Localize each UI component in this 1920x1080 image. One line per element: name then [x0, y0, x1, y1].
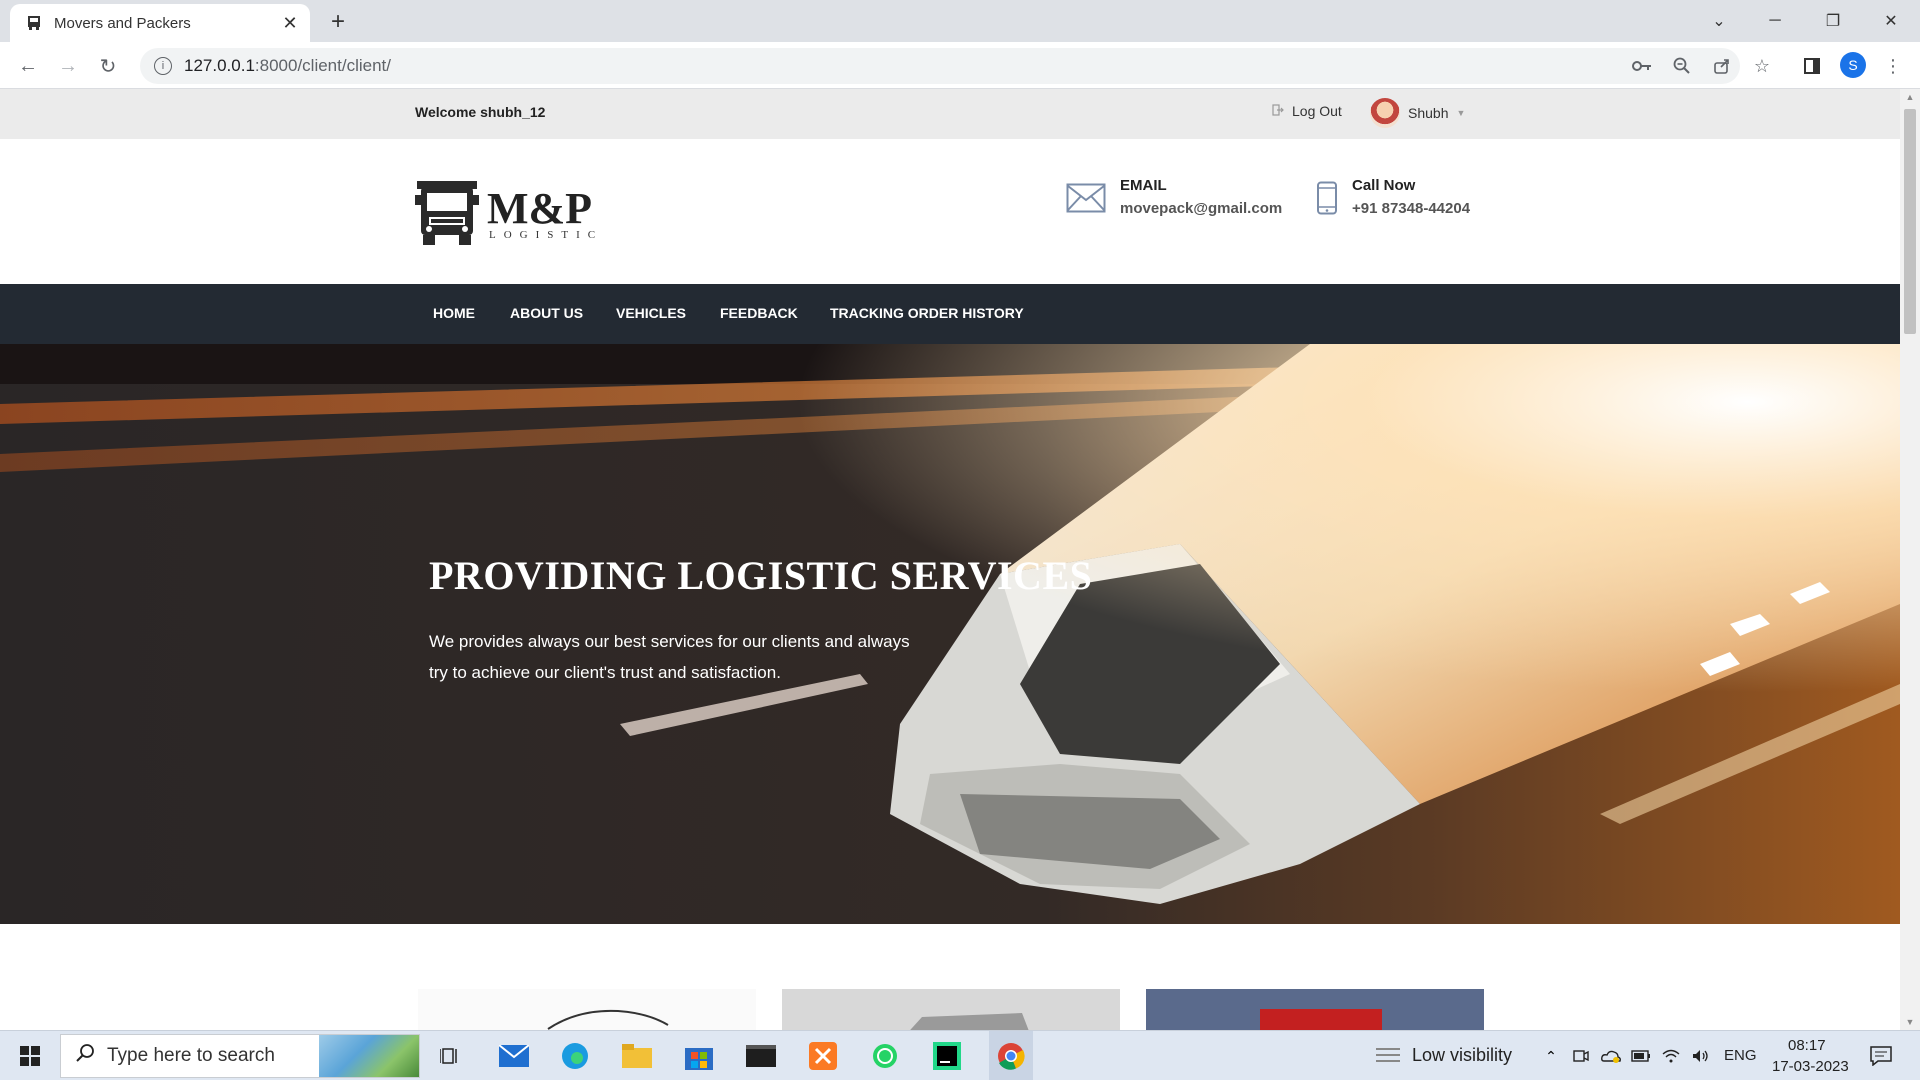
forward-icon[interactable]: → — [52, 50, 84, 82]
phone-contact: Call Now +91 87348-44204 — [1316, 177, 1470, 220]
mobile-phone-icon — [1316, 181, 1338, 220]
site-info-icon[interactable]: i — [154, 57, 172, 75]
hero-description: We provides always our best services for… — [429, 632, 910, 682]
logo-sub-text: LOGISTIC — [489, 228, 604, 241]
caret-down-icon: ▼ — [1456, 108, 1466, 118]
weather-text[interactable]: Low visibility — [1412, 1045, 1512, 1066]
password-key-icon[interactable] — [1630, 54, 1654, 78]
logout-label: Log Out — [1292, 103, 1342, 119]
new-tab-button[interactable]: + — [324, 8, 352, 36]
scroll-down-icon[interactable]: ▼ — [1900, 1014, 1920, 1030]
truck-favicon-icon — [26, 15, 42, 31]
language-indicator[interactable]: ENG — [1724, 1047, 1757, 1064]
search-highlight-image — [319, 1035, 419, 1077]
battery-icon[interactable] — [1630, 1031, 1652, 1080]
task-view-icon[interactable] — [432, 1031, 468, 1080]
logo-main-text: M&P — [487, 183, 593, 233]
logout-icon — [1272, 103, 1284, 119]
mail-app-icon[interactable] — [494, 1031, 534, 1080]
hero-title: PROVIDING LOGISTIC SERVICES — [429, 553, 1093, 598]
close-window-icon[interactable]: ✕ — [1866, 0, 1916, 42]
weather-fog-icon[interactable] — [1370, 1031, 1406, 1080]
user-dropdown[interactable]: Shubh ▼ — [1370, 98, 1465, 128]
onedrive-icon[interactable] — [1600, 1031, 1622, 1080]
logout-link[interactable]: Log Out — [1272, 103, 1342, 119]
search-placeholder: Type here to search — [107, 1045, 275, 1066]
meet-now-icon[interactable] — [1570, 1031, 1592, 1080]
back-icon[interactable]: ← — [12, 50, 44, 82]
service-card-image-3[interactable] — [1146, 989, 1484, 1030]
email-value[interactable]: movepack@gmail.com — [1120, 200, 1282, 217]
close-tab-icon[interactable]: ✕ — [278, 11, 302, 35]
file-explorer-icon[interactable] — [617, 1031, 657, 1080]
pycharm-app-icon[interactable] — [927, 1031, 967, 1080]
brand-text: M&P LOGISTIC — [487, 183, 604, 241]
volume-icon[interactable] — [1690, 1031, 1712, 1080]
side-panel-icon[interactable] — [1800, 54, 1824, 78]
terminal-app-icon[interactable] — [741, 1031, 781, 1080]
edge-browser-icon[interactable] — [555, 1031, 595, 1080]
tab-bar: Movers and Packers ✕ + ⌄ ─ ❐ ✕ — [0, 0, 1920, 42]
scroll-up-icon[interactable]: ▲ — [1900, 89, 1920, 105]
call-title: Call Now — [1352, 177, 1416, 194]
hero-banner: PROVIDING LOGISTIC SERVICES We provides … — [0, 344, 1900, 924]
service-card-image-2[interactable] — [782, 989, 1120, 1030]
nav-feedback[interactable]: FEEDBACK — [720, 305, 798, 321]
scroll-thumb[interactable] — [1904, 109, 1916, 334]
xampp-app-icon[interactable] — [803, 1031, 843, 1080]
site-logo[interactable]: M&P LOGISTIC — [415, 179, 603, 250]
whatsapp-app-icon[interactable] — [865, 1031, 905, 1080]
share-icon[interactable] — [1710, 54, 1734, 78]
clock-time[interactable]: 08:17 — [1788, 1037, 1826, 1054]
reload-icon[interactable]: ↻ — [92, 50, 124, 82]
bookmark-star-icon[interactable]: ☆ — [1750, 54, 1774, 78]
browser-toolbar: ← → ↻ i 127.0.0.1:8000/client/client/ ☆ … — [0, 42, 1920, 89]
page-viewport: Welcome shubh_12 Log Out Shubh ▼ M&P LOG… — [0, 89, 1900, 1030]
browser-tab[interactable]: Movers and Packers ✕ — [10, 4, 310, 42]
email-title: EMAIL — [1120, 177, 1167, 194]
nav-vehicles[interactable]: VEHICLES — [616, 305, 686, 321]
zoom-icon[interactable] — [1670, 54, 1694, 78]
services-section — [0, 924, 1900, 1030]
user-name: Shubh — [1408, 105, 1449, 121]
email-contact: EMAIL movepack@gmail.com — [1066, 177, 1282, 218]
site-header: M&P LOGISTIC EMAIL movepack@gmail.com Ca… — [0, 139, 1900, 284]
tray-chevron-icon[interactable]: ⌃ — [1540, 1031, 1562, 1080]
page-scrollbar[interactable]: ▲ ▼ — [1900, 89, 1920, 1030]
nav-about-us[interactable]: ABOUT US — [510, 305, 583, 321]
windows-start-icon[interactable] — [10, 1031, 50, 1080]
store-app-icon[interactable] — [679, 1031, 719, 1080]
tab-search-icon[interactable]: ⌄ — [1694, 0, 1744, 42]
call-value[interactable]: +91 87348-44204 — [1352, 200, 1470, 217]
menu-kebab-icon[interactable]: ⋮ — [1881, 54, 1905, 78]
address-bar[interactable]: i 127.0.0.1:8000/client/client/ — [140, 48, 1740, 84]
notification-icon[interactable] — [1866, 1031, 1896, 1080]
taskbar-search-box[interactable]: Type here to search — [60, 1034, 420, 1078]
clock-date[interactable]: 17-03-2023 — [1772, 1058, 1849, 1075]
search-icon — [75, 1043, 95, 1069]
tab-title: Movers and Packers — [54, 14, 191, 32]
nav-tracking-order-history[interactable]: TRACKING ORDER HISTORY — [830, 305, 1024, 321]
main-navigation: HOME ABOUT US VEHICLES FEEDBACK TRACKING… — [0, 284, 1900, 344]
wifi-icon[interactable] — [1660, 1031, 1682, 1080]
top-info-bar: Welcome shubh_12 Log Out Shubh ▼ — [0, 89, 1900, 139]
truck-icon — [415, 179, 479, 250]
nav-home[interactable]: HOME — [433, 305, 475, 321]
envelope-icon — [1066, 183, 1106, 218]
windows-taskbar: Type here to search Low visibility ⌃ ENG… — [0, 1030, 1920, 1080]
url-text: 127.0.0.1:8000/client/client/ — [184, 56, 391, 75]
welcome-text: Welcome shubh_12 — [415, 104, 546, 120]
chrome-app-icon[interactable] — [989, 1031, 1033, 1080]
minimize-icon[interactable]: ─ — [1750, 0, 1800, 42]
profile-avatar[interactable]: S — [1840, 52, 1866, 78]
user-avatar — [1370, 98, 1400, 128]
service-card-image-1[interactable] — [418, 989, 756, 1030]
restore-icon[interactable]: ❐ — [1808, 0, 1858, 42]
